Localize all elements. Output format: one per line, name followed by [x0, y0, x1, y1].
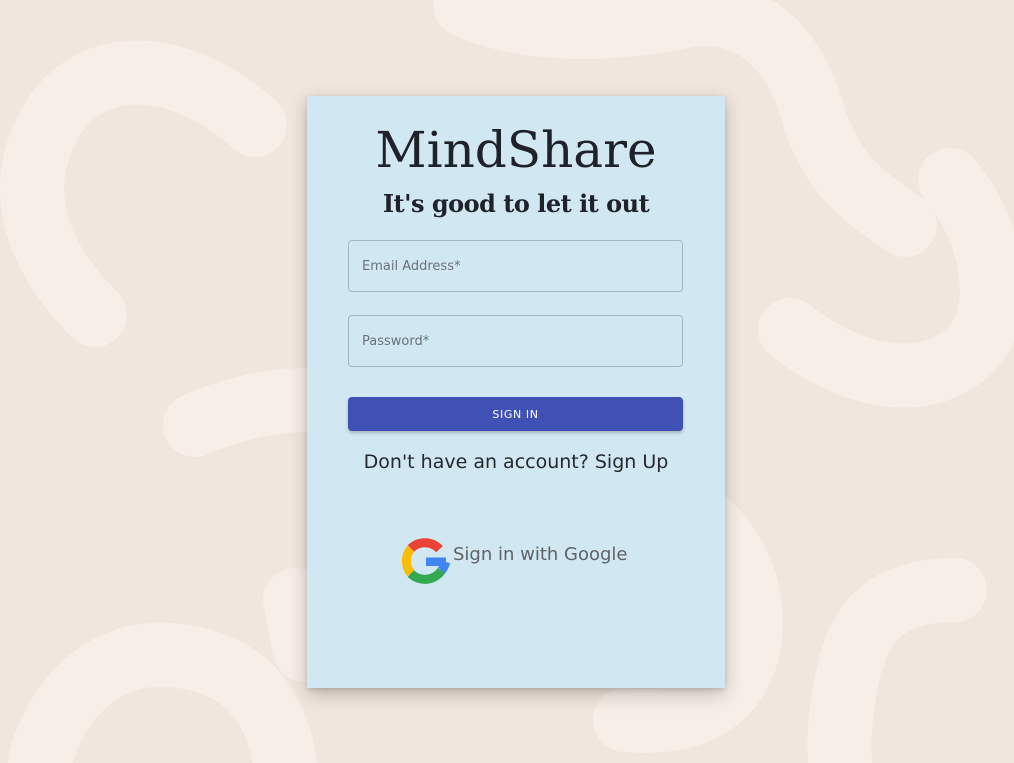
google-g-icon	[401, 538, 450, 584]
app-tagline: It's good to let it out	[382, 189, 650, 218]
email-field[interactable]	[349, 241, 682, 291]
app-title: MindShare	[375, 121, 657, 179]
email-field-wrapper	[348, 240, 683, 292]
password-field[interactable]	[349, 316, 682, 366]
sign-up-link[interactable]: Don't have an account? Sign Up	[307, 448, 725, 476]
sign-in-button[interactable]: SIGN IN	[348, 397, 683, 431]
google-sign-in-label: Sign in with Google	[453, 543, 628, 565]
password-field-wrapper	[348, 315, 683, 367]
google-sign-in-button[interactable]: Sign in with Google	[401, 536, 628, 586]
login-card: MindShare It's good to let it out SIGN I…	[307, 96, 725, 688]
